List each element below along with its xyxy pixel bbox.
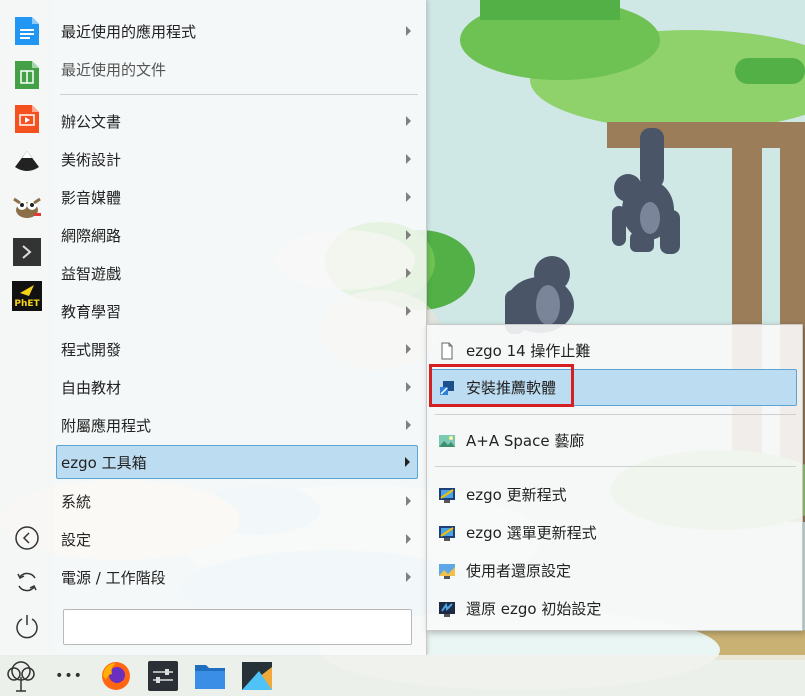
menu-item-label: 最近使用的應用程式 [61, 22, 197, 41]
power-icon[interactable] [14, 613, 40, 639]
menu-item-label: 電源 / 工作階段 [61, 568, 166, 587]
submenu-item-label: 還原 ezgo 初始設定 [466, 600, 602, 618]
menu-item-label: 益智遊戲 [61, 264, 122, 283]
chevron-right-icon [406, 26, 411, 36]
refresh-icon[interactable] [14, 569, 40, 595]
submenu-item-aa-space-gallery[interactable]: A+A Space 藝廊 [430, 422, 797, 459]
submenu-item-label: A+A Space 藝廊 [466, 432, 585, 450]
ezgo-toolbox-submenu: ezgo 14 操作止難 安裝推薦軟體 A+A Space 藝廊 ezgo 更新… [426, 324, 803, 631]
submenu-item-label: 安裝推薦軟體 [466, 379, 557, 397]
submenu-item-ezgo-menu-updater[interactable]: ezgo 選單更新程式 [430, 514, 797, 551]
menu-item-label: 附屬應用程式 [61, 416, 152, 435]
submenu-item-label: ezgo 選單更新程式 [466, 524, 597, 542]
chevron-right-icon [406, 534, 411, 544]
menu-item-label: 辦公文書 [61, 112, 122, 131]
menu-item-label: 設定 [61, 530, 92, 549]
presentation-icon[interactable] [12, 104, 42, 134]
menu-item-recent-apps[interactable]: 最近使用的應用程式 [56, 14, 418, 48]
image-icon [439, 434, 455, 447]
software-center-icon[interactable] [240, 659, 274, 693]
firefox-icon[interactable] [99, 659, 133, 693]
submenu-item-ezgo-guide[interactable]: ezgo 14 操作止難 [430, 332, 797, 369]
back-icon[interactable] [14, 525, 40, 551]
submenu-item-label: ezgo 14 操作止難 [466, 342, 591, 360]
submenu-separator [435, 414, 796, 415]
reset-icon [439, 601, 455, 617]
submenu-separator [435, 466, 796, 467]
menu-item-label: 最近使用的文件 [61, 60, 167, 79]
gimp-icon[interactable] [12, 192, 42, 222]
menu-item-games[interactable]: 益智遊戲 [56, 256, 418, 290]
chevron-right-icon [406, 116, 411, 126]
menu-item-accessories[interactable]: 附屬應用程式 [56, 408, 418, 442]
phet-icon[interactable]: PhET [12, 281, 42, 311]
menu-item-label: 網際網路 [61, 226, 122, 245]
chevron-right-icon [406, 154, 411, 164]
menu-item-free-materials[interactable]: 自由教材 [56, 370, 418, 404]
menu-item-art-design[interactable]: 美術設計 [56, 142, 418, 176]
search-input[interactable] [63, 609, 412, 645]
menu-item-label: 自由教材 [61, 378, 122, 397]
app-launcher-icon[interactable] [4, 659, 38, 693]
menu-item-label: 美術設計 [61, 150, 122, 169]
menu-item-ezgo-toolbox[interactable]: ezgo 工具箱 [56, 445, 418, 479]
chevron-right-icon [406, 306, 411, 316]
favorites-strip: PhET [0, 0, 54, 655]
chevron-right-icon [406, 192, 411, 202]
menu-item-label: 程式開發 [61, 340, 122, 359]
menu-item-label: 教育學習 [61, 302, 122, 321]
update-icon [439, 487, 455, 503]
settings-icon[interactable] [146, 659, 180, 693]
chevron-right-icon [406, 230, 411, 240]
chevron-right-icon [406, 344, 411, 354]
submenu-item-label: ezgo 更新程式 [466, 486, 567, 504]
menu-item-label: 影音媒體 [61, 188, 122, 207]
application-menu: PhET 最近使用的應用程式 最近使用的文件 辦公文書 美術設計 影音媒體 網際… [0, 0, 427, 655]
menu-item-power-session[interactable]: 電源 / 工作階段 [56, 560, 418, 594]
chevron-right-icon [406, 496, 411, 506]
more-icon[interactable]: ••• [52, 659, 86, 693]
submenu-item-install-recommended[interactable]: 安裝推薦軟體 [430, 369, 797, 406]
update-icon [439, 525, 455, 541]
file-manager-icon[interactable] [193, 659, 227, 693]
restore-icon [439, 563, 455, 579]
menu-item-settings[interactable]: 設定 [56, 522, 418, 556]
menu-item-system[interactable]: 系統 [56, 484, 418, 518]
menu-item-development[interactable]: 程式開發 [56, 332, 418, 366]
submenu-item-user-restore[interactable]: 使用者還原設定 [430, 552, 797, 589]
menu-separator [60, 94, 418, 95]
terminal-icon[interactable] [12, 237, 42, 267]
submenu-item-ezgo-updater[interactable]: ezgo 更新程式 [430, 476, 797, 513]
menu-item-label: ezgo 工具箱 [61, 453, 147, 472]
document-icon [441, 342, 453, 359]
menu-item-recent-docs[interactable]: 最近使用的文件 [56, 52, 418, 86]
submenu-item-reset-ezgo[interactable]: 還原 ezgo 初始設定 [430, 590, 797, 627]
chevron-right-icon [405, 457, 410, 467]
menu-item-multimedia[interactable]: 影音媒體 [56, 180, 418, 214]
menu-item-internet[interactable]: 網際網路 [56, 218, 418, 252]
chevron-right-icon [406, 382, 411, 392]
chevron-right-icon [406, 420, 411, 430]
chevron-right-icon [406, 572, 411, 582]
menu-item-office[interactable]: 辦公文書 [56, 104, 418, 138]
inkscape-icon[interactable] [12, 148, 42, 178]
phet-label: PhET [14, 299, 40, 309]
menu-item-label: 系統 [61, 492, 92, 511]
taskbar: ••• [0, 655, 805, 696]
chevron-right-icon [406, 268, 411, 278]
install-icon [440, 380, 454, 395]
menu-item-education[interactable]: 教育學習 [56, 294, 418, 328]
spreadsheet-icon[interactable] [12, 60, 42, 90]
submenu-item-label: 使用者還原設定 [466, 562, 572, 580]
document-icon[interactable] [12, 16, 42, 46]
